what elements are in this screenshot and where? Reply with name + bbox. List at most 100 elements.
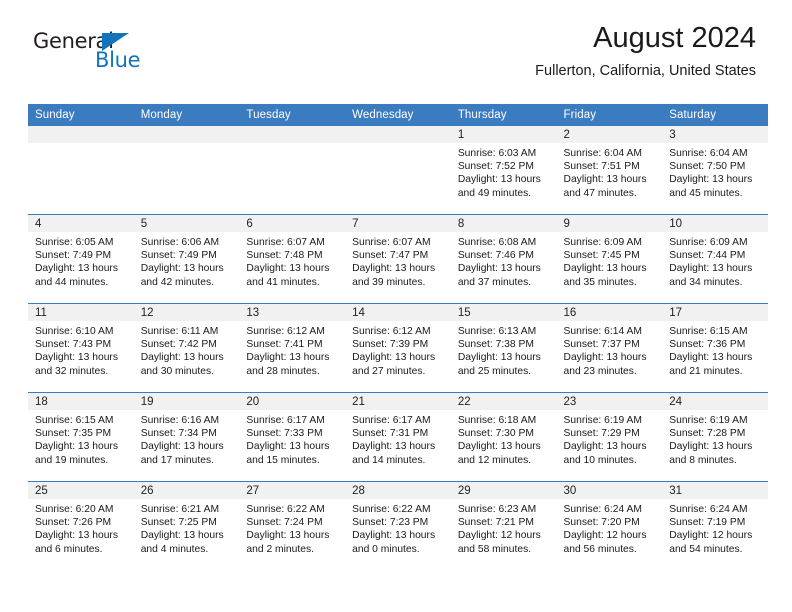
day-number: 20 (239, 393, 346, 410)
day-details: Sunrise: 6:12 AM Sunset: 7:41 PM Daylight:… (239, 321, 345, 378)
day-cell[interactable]: 22 Sunrise: 6:18 AM Sunset: 7:30 PM Dayligh… (450, 392, 557, 482)
sunrise-text: Sunrise: 6:08 AM (457, 237, 537, 248)
day-number: 5 (133, 215, 240, 232)
day-number: 8 (450, 215, 557, 232)
day-cell[interactable]: 3 Sunrise: 6:04 AM Sunset: 7:50 PM Daylight… (662, 126, 768, 215)
logo-text-blue: Blue (95, 48, 141, 72)
day-number: 18 (28, 393, 134, 410)
sunrise-text: Sunrise: 6:15 AM (35, 415, 114, 426)
day-details: Sunrise: 6:15 AM Sunset: 7:35 PM Daylight:… (28, 410, 134, 467)
day-number (345, 126, 451, 143)
daylight-text: Daylight: 13 hours and 17 minutes. (140, 441, 224, 466)
sunset-text: Sunset: 7:43 PM (35, 339, 112, 351)
day-number: 4 (28, 215, 134, 232)
day-details: Sunrise: 6:15 AM Sunset: 7:36 PM Daylight:… (662, 321, 768, 378)
sunset-text: Sunset: 7:50 PM (669, 161, 746, 173)
day-cell[interactable]: 6 Sunrise: 6:07 AM Sunset: 7:48 PM Daylight… (239, 214, 346, 304)
day-cell[interactable]: 8 Sunrise: 6:08 AM Sunset: 7:46 PM Daylight… (450, 214, 557, 304)
day-cell[interactable]: 5 Sunrise: 6:06 AM Sunset: 7:49 PM Daylight… (133, 214, 240, 304)
day-cell[interactable]: 17 Sunrise: 6:15 AM Sunset: 7:36 PM Dayligh… (662, 303, 768, 393)
sunrise-text: Sunrise: 6:07 AM (246, 237, 325, 248)
day-cell[interactable]: 2 Sunrise: 6:04 AM Sunset: 7:51 PM Daylight… (556, 126, 663, 215)
sunset-text: Sunset: 7:49 PM (35, 250, 112, 262)
day-cell[interactable]: 13 Sunrise: 6:12 AM Sunset: 7:41 PM Dayligh… (239, 303, 346, 393)
sunset-text: Sunset: 7:52 PM (457, 161, 534, 173)
day-cell[interactable]: 4 Sunrise: 6:05 AM Sunset: 7:49 PM Daylight… (28, 214, 134, 304)
daylight-text: Daylight: 13 hours and 12 minutes. (457, 441, 541, 466)
page-header: General Blue August 2024 Fullerton, Cali… (0, 0, 792, 79)
sunset-text: Sunset: 7:33 PM (246, 428, 323, 440)
sunset-text: Sunset: 7:37 PM (563, 339, 640, 351)
day-cell[interactable]: 31 Sunrise: 6:24 AM Sunset: 7:19 PM Dayligh… (662, 481, 768, 570)
daylight-text: Daylight: 13 hours and 25 minutes. (457, 352, 541, 377)
general-blue-logo[interactable]: General Blue (33, 31, 163, 75)
daylight-text: Daylight: 13 hours and 2 minutes. (246, 530, 330, 555)
calendar-week-row: 18 Sunrise: 6:15 AM Sunset: 7:35 PM Dayligh… (28, 392, 768, 482)
daylight-text: Daylight: 13 hours and 15 minutes. (246, 441, 330, 466)
day-cell[interactable]: 18 Sunrise: 6:15 AM Sunset: 7:35 PM Dayligh… (28, 392, 134, 482)
sunset-text: Sunset: 7:28 PM (669, 428, 746, 440)
day-cell[interactable]: 9 Sunrise: 6:09 AM Sunset: 7:45 PM Daylight… (556, 214, 663, 304)
day-cell-empty (345, 126, 451, 215)
sunset-text: Sunset: 7:38 PM (457, 339, 534, 351)
day-number: 25 (28, 482, 134, 499)
sunset-text: Sunset: 7:29 PM (563, 428, 640, 440)
day-cell[interactable]: 19 Sunrise: 6:16 AM Sunset: 7:34 PM Dayligh… (133, 392, 240, 482)
day-details: Sunrise: 6:23 AM Sunset: 7:21 PM Daylight:… (451, 499, 557, 556)
day-details: Sunrise: 6:18 AM Sunset: 7:30 PM Daylight:… (451, 410, 557, 467)
day-details: Sunrise: 6:24 AM Sunset: 7:20 PM Daylight:… (557, 499, 663, 556)
day-cell[interactable]: 23 Sunrise: 6:19 AM Sunset: 7:29 PM Dayligh… (556, 392, 663, 482)
day-cell[interactable]: 21 Sunrise: 6:17 AM Sunset: 7:31 PM Dayligh… (345, 392, 451, 482)
calendar-table: Sunday Monday Tuesday Wednesday Thursday Frid… (28, 104, 768, 570)
day-cell-empty (28, 126, 134, 215)
day-details: Sunrise: 6:07 AM Sunset: 7:48 PM Daylight:… (239, 232, 345, 289)
sunrise-text: Sunrise: 6:04 AM (669, 148, 748, 159)
daylight-text: Daylight: 13 hours and 8 minutes. (669, 441, 753, 466)
sunset-text: Sunset: 7:39 PM (352, 339, 429, 351)
day-details: Sunrise: 6:24 AM Sunset: 7:19 PM Daylight:… (662, 499, 768, 556)
daylight-text: Daylight: 13 hours and 30 minutes. (140, 352, 224, 377)
sunrise-text: Sunrise: 6:15 AM (669, 326, 748, 337)
day-cell[interactable]: 1 Sunrise: 6:03 AM Sunset: 7:52 PM Daylight… (450, 126, 557, 215)
day-number: 12 (133, 304, 240, 321)
day-cell[interactable]: 28 Sunrise: 6:22 AM Sunset: 7:23 PM Dayligh… (345, 481, 451, 570)
daylight-text: Daylight: 13 hours and 45 minutes. (669, 174, 753, 199)
day-cell[interactable]: 15 Sunrise: 6:13 AM Sunset: 7:38 PM Dayligh… (450, 303, 557, 393)
day-number: 11 (28, 304, 134, 321)
day-number: 7 (345, 215, 451, 232)
sunset-text: Sunset: 7:23 PM (352, 517, 429, 529)
calendar-page: General Blue August 2024 Fullerton, Cali… (0, 0, 792, 612)
sunrise-text: Sunrise: 6:09 AM (669, 237, 748, 248)
day-cell[interactable]: 11 Sunrise: 6:10 AM Sunset: 7:43 PM Dayligh… (28, 303, 134, 393)
day-number: 30 (556, 482, 663, 499)
day-number: 21 (345, 393, 451, 410)
day-cell[interactable]: 30 Sunrise: 6:24 AM Sunset: 7:20 PM Dayligh… (556, 481, 663, 570)
sunset-text: Sunset: 7:45 PM (563, 250, 640, 262)
day-cell[interactable]: 14 Sunrise: 6:12 AM Sunset: 7:39 PM Dayligh… (345, 303, 451, 393)
sunset-text: Sunset: 7:20 PM (563, 517, 640, 529)
day-cell[interactable]: 24 Sunrise: 6:19 AM Sunset: 7:28 PM Dayligh… (662, 392, 768, 482)
day-cell[interactable]: 10 Sunrise: 6:09 AM Sunset: 7:44 PM Dayligh… (662, 214, 768, 304)
day-cell[interactable]: 26 Sunrise: 6:21 AM Sunset: 7:25 PM Dayligh… (133, 481, 240, 570)
sunrise-text: Sunrise: 6:06 AM (140, 237, 220, 248)
day-details: Sunrise: 6:04 AM Sunset: 7:50 PM Daylight:… (662, 143, 768, 200)
day-cell[interactable]: 7 Sunrise: 6:07 AM Sunset: 7:47 PM Daylight… (345, 214, 451, 304)
sunset-text: Sunset: 7:44 PM (669, 250, 746, 262)
daylight-text: Daylight: 13 hours and 19 minutes. (35, 441, 118, 466)
day-cell[interactable]: 20 Sunrise: 6:17 AM Sunset: 7:33 PM Dayligh… (239, 392, 346, 482)
day-cell[interactable]: 12 Sunrise: 6:11 AM Sunset: 7:42 PM Dayligh… (133, 303, 240, 393)
sunrise-text: Sunrise: 6:22 AM (246, 504, 325, 515)
day-cell[interactable]: 16 Sunrise: 6:14 AM Sunset: 7:37 PM Dayligh… (556, 303, 663, 393)
day-number: 26 (133, 482, 240, 499)
sunrise-text: Sunrise: 6:14 AM (563, 326, 642, 337)
daylight-text: Daylight: 13 hours and 10 minutes. (563, 441, 647, 466)
day-number: 22 (450, 393, 557, 410)
day-number: 2 (556, 126, 663, 143)
sunset-text: Sunset: 7:35 PM (35, 428, 112, 440)
sunrise-text: Sunrise: 6:12 AM (352, 326, 431, 337)
day-details: Sunrise: 6:20 AM Sunset: 7:26 PM Daylight:… (28, 499, 134, 556)
day-cell[interactable]: 25 Sunrise: 6:20 AM Sunset: 7:26 PM Dayligh… (28, 481, 134, 570)
day-cell[interactable]: 29 Sunrise: 6:23 AM Sunset: 7:21 PM Dayligh… (450, 481, 557, 570)
page-subtitle: Fullerton, California, United States (535, 63, 756, 80)
day-cell[interactable]: 27 Sunrise: 6:22 AM Sunset: 7:24 PM Dayligh… (239, 481, 346, 570)
